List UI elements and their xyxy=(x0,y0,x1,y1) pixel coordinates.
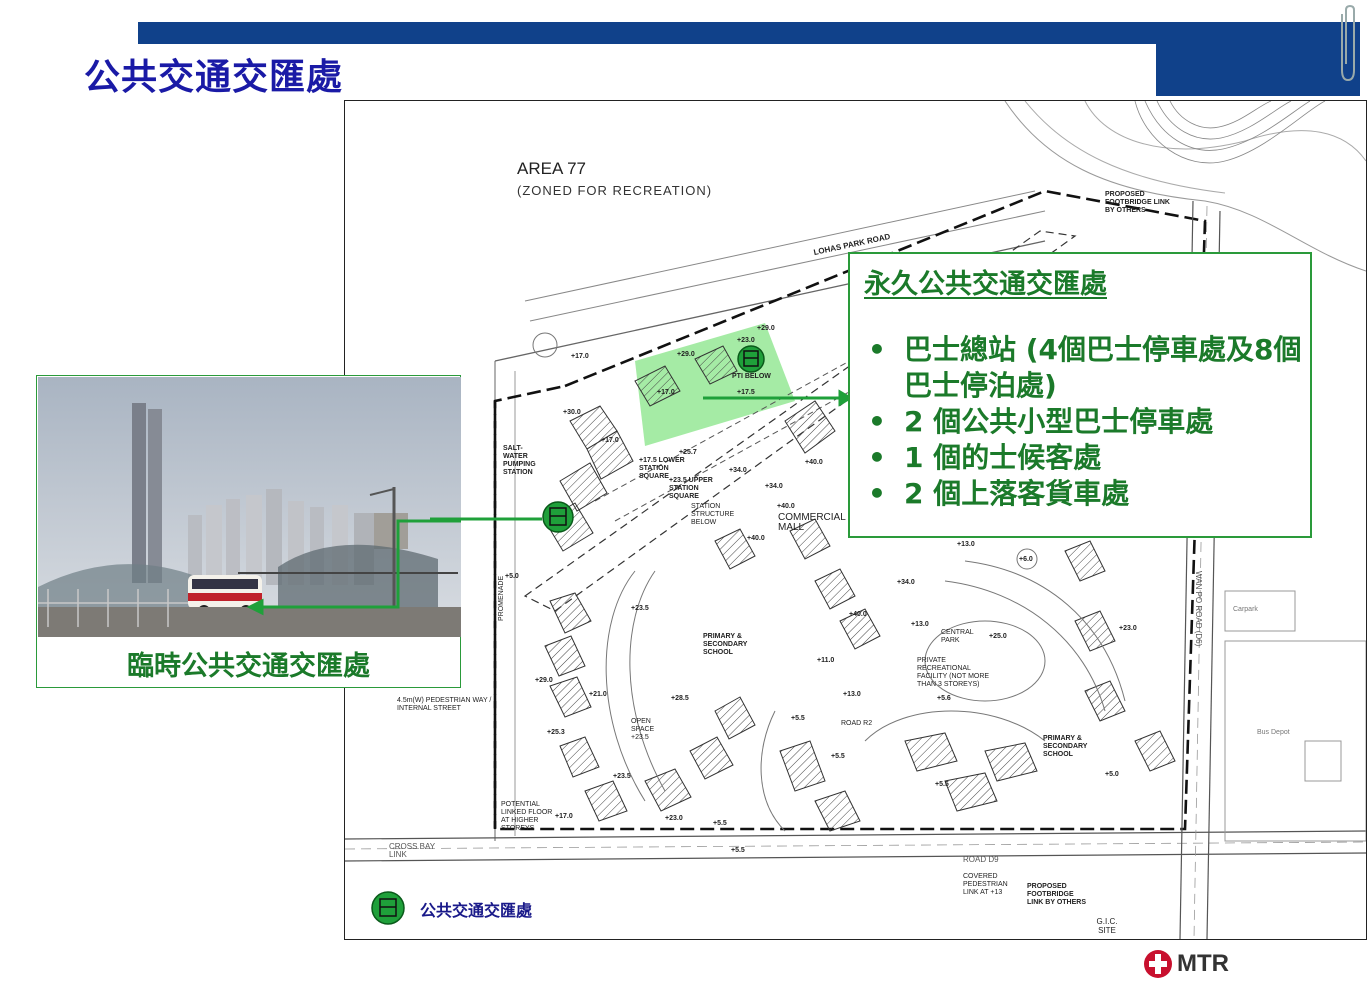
level-label: +5.5 xyxy=(791,715,805,722)
level-label: +25.0 xyxy=(989,633,1007,640)
level-label: +23.0 xyxy=(1119,625,1137,632)
level-label: +5.5 xyxy=(935,781,949,788)
open-space-label: OPEN SPACE +23.5 xyxy=(631,718,655,741)
level-label: +28.5 xyxy=(671,695,689,702)
legend-label: 公共交通交匯處 xyxy=(420,901,533,920)
carpark-label: Carpark xyxy=(1233,606,1258,613)
salt-water-label: SALT-WATER PUMPING STATION xyxy=(503,445,536,476)
private-rec-label: PRIVATE RECREATIONAL FACILITY (NOT MORE … xyxy=(917,657,990,688)
proposed-footbridge-bottom: PROPOSED FOOTBRIDGE LINK BY OTHERS xyxy=(1027,883,1086,906)
list-item: 2 個公共小型巴士停車處 xyxy=(864,404,1304,440)
level-label: +5.6 xyxy=(937,695,951,702)
level-label: +13.0 xyxy=(911,621,929,628)
level-label: +17.0 xyxy=(601,437,619,444)
level-label: +40.0 xyxy=(805,459,823,466)
proposed-footbridge-top: PROPOSED FOOTBRIDGE LINK BY OTHERS xyxy=(1105,191,1170,214)
permanent-pti-callout: 永久公共交通交匯處 巴士總站 (4個巴士停車處及8個巴士停泊處) 2 個公共小型… xyxy=(848,252,1312,538)
level-label: +11.0 xyxy=(817,657,835,664)
list-item: 巴士總站 (4個巴士停車處及8個巴士停泊處) xyxy=(864,332,1304,404)
level-label: +17.5 xyxy=(737,389,755,396)
school-label-2: PRIMARY & SECONDARY SCHOOL xyxy=(1043,735,1088,758)
list-item: 2 個上落客貨車處 xyxy=(864,476,1304,512)
list-item: 1 個的士候客處 xyxy=(864,440,1304,476)
level-label: +5.5 xyxy=(831,753,845,760)
paperclip-icon xyxy=(1341,4,1355,82)
area-title: AREA 77 xyxy=(517,159,586,178)
level-label: +40.0 xyxy=(747,535,765,542)
covered-link-label: COVERED PEDESTRIAN LINK AT +13 xyxy=(963,873,1008,896)
level-label: +17.0 xyxy=(571,353,589,360)
level-label: +5.0 xyxy=(1105,771,1119,778)
level-label: +40.0 xyxy=(777,503,795,510)
temporary-pti-photo xyxy=(38,377,461,637)
pti-below-label: PTI BELOW xyxy=(732,373,771,380)
level-label: +23.0 xyxy=(737,337,755,344)
mtr-logo: MTR xyxy=(1143,949,1253,979)
level-label: +17.0 xyxy=(657,389,675,396)
mtr-logo-text: MTR xyxy=(1177,950,1229,977)
level-label: +23.5 xyxy=(613,773,631,780)
level-label: +21.0 xyxy=(589,691,607,698)
level-label: +23.0 xyxy=(665,815,683,822)
wan-po-road-label: WAN PO ROAD (D6) xyxy=(1194,571,1203,647)
level-label: +25.7 xyxy=(679,449,697,456)
level-label: +40.0 xyxy=(849,611,867,618)
level-label: +29.0 xyxy=(757,325,775,332)
level-label: +5.5 xyxy=(731,847,745,854)
bus-depot-label: Bus Depot xyxy=(1257,729,1290,736)
cross-bay-link-label: CROSS BAY LINK xyxy=(389,842,435,859)
station-structure-label: STATION STRUCTURE BELOW xyxy=(691,503,735,526)
bus-icon xyxy=(737,345,765,373)
bus-icon xyxy=(371,891,405,925)
commercial-mall-label: COMMERCIAL MALL xyxy=(778,512,846,533)
level-label: +29.0 xyxy=(535,677,553,684)
level-label: +13.0 xyxy=(843,691,861,698)
page-title: 公共交通交匯處 xyxy=(84,57,344,98)
road-r2-label: ROAD R2 xyxy=(841,720,873,727)
level-label: +34.0 xyxy=(897,579,915,586)
level-label: +5.5 xyxy=(713,820,727,827)
header-band-tab xyxy=(1156,44,1360,96)
level-label: +29.0 xyxy=(677,351,695,358)
level-label: +6.0 xyxy=(1019,556,1033,563)
central-park-label: CENTRAL PARK xyxy=(941,629,974,644)
level-label: +5.0 xyxy=(505,573,519,580)
level-label: +34.0 xyxy=(729,467,747,474)
upper-station-square-label: +23.5 UPPER STATION SQUARE xyxy=(669,477,713,500)
potential-linked-label: POTENTIAL LINKED FLOOR AT HIGHER STOREYS xyxy=(501,801,553,832)
level-label: +23.5 xyxy=(631,605,649,612)
permanent-pti-title: 永久公共交通交匯處 xyxy=(864,269,1107,300)
temporary-pti-caption: 臨時公共交通交匯處 xyxy=(127,651,370,682)
promenade-label: PROMENADE xyxy=(498,575,505,621)
connector-arrow xyxy=(430,517,542,521)
level-label: +30.0 xyxy=(563,409,581,416)
level-label: +13.0 xyxy=(957,541,975,548)
school-label-1: PRIMARY & SECONDARY SCHOOL xyxy=(703,633,748,656)
permanent-pti-list: 巴士總站 (4個巴士停車處及8個巴士停泊處) 2 個公共小型巴士停車處 1 個的… xyxy=(864,332,1304,512)
level-label: +17.0 xyxy=(555,813,573,820)
temporary-pti-photo-card: 臨時公共交通交匯處 xyxy=(36,375,461,688)
level-label: +34.0 xyxy=(765,483,783,490)
road-d9-label: ROAD D9 xyxy=(963,855,999,864)
mtr-logo-icon xyxy=(1144,950,1172,978)
level-label: +25.3 xyxy=(547,729,565,736)
area-subtitle: (ZONED FOR RECREATION) xyxy=(517,183,713,198)
pedestrian-way-label: 4.5m(W) PEDESTRIAN WAY / INTERNAL STREET xyxy=(397,697,492,712)
header-band xyxy=(138,22,1360,44)
gic-site-label: G.I.C. SITE xyxy=(1096,917,1118,935)
